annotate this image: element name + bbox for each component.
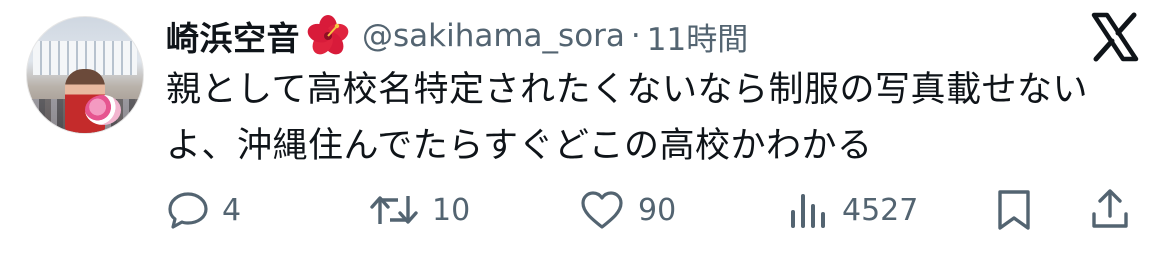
tweet-text: 親として高校名特定されたくないなら制服の写真載せない よ、沖縄住んでたらすぐどこ… — [166, 62, 1126, 174]
hibiscus-icon — [306, 14, 350, 58]
separator-dot: · — [630, 18, 641, 54]
x-logo-icon[interactable] — [1088, 10, 1142, 64]
reply-button[interactable]: 4 — [166, 182, 241, 238]
views-icon — [791, 194, 825, 228]
display-name[interactable]: 崎浜空音 — [166, 12, 300, 60]
like-icon — [581, 191, 623, 229]
reply-count: 4 — [222, 192, 242, 228]
action-bar: 4 10 90 4527 — [0, 182, 1170, 238]
views-button[interactable]: 4527 — [786, 182, 918, 238]
avatar[interactable] — [26, 16, 144, 134]
tweet-line-1: 親として高校名特定されたくないなら制服の写真載せない — [166, 70, 1088, 110]
tweet-header: 崎浜空音 @sakihama_sora · 11時間 — [166, 12, 748, 60]
bookmark-button[interactable] — [994, 182, 1034, 238]
like-button[interactable]: 90 — [578, 182, 676, 238]
like-count: 90 — [638, 192, 677, 228]
view-count: 4527 — [842, 192, 919, 228]
share-button[interactable] — [1088, 182, 1132, 238]
tweet-line-2: よ、沖縄住んでたらすぐどこの高校かわかる — [166, 126, 873, 166]
share-icon — [1092, 189, 1128, 228]
retweet-count: 10 — [432, 192, 471, 228]
bookmark-icon — [998, 190, 1030, 230]
retweet-button[interactable]: 10 — [368, 182, 470, 238]
user-handle[interactable]: @sakihama_sora — [362, 18, 625, 54]
retweet-icon — [370, 196, 418, 224]
avatar-bouquet — [85, 95, 121, 125]
reply-icon — [168, 192, 208, 229]
timestamp[interactable]: 11時間 — [647, 14, 748, 59]
